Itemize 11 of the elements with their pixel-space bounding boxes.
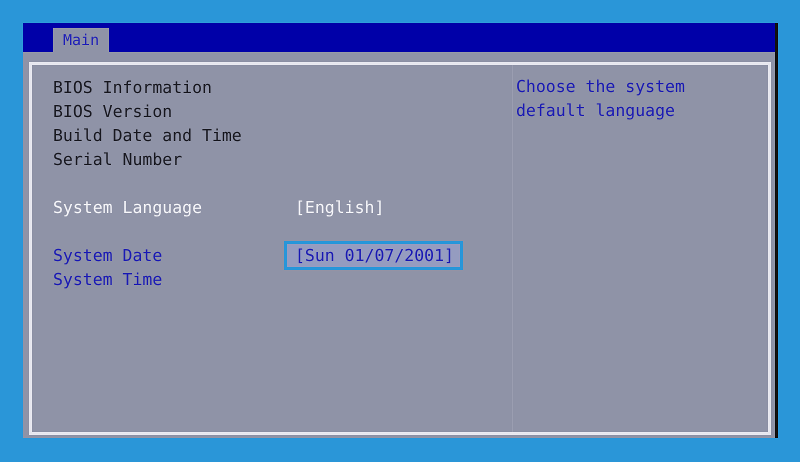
setting-label[interactable]: System Date [53,246,284,264]
setting-label: Serial Number [53,150,184,168]
setting-value[interactable]: [Sun 01/07/2001] [284,240,463,270]
setting-label[interactable]: System Language [53,198,284,216]
setting-label: Build Date and Time [53,126,243,144]
setting-label: BIOS Version [53,102,174,120]
setting-label[interactable]: System Time [53,270,284,288]
main-tab[interactable]: Main [53,28,110,52]
setting-label: BIOS Information [53,78,213,96]
help-text: Choose the system default language [516,76,686,122]
setting-value[interactable]: [English] [284,192,394,222]
